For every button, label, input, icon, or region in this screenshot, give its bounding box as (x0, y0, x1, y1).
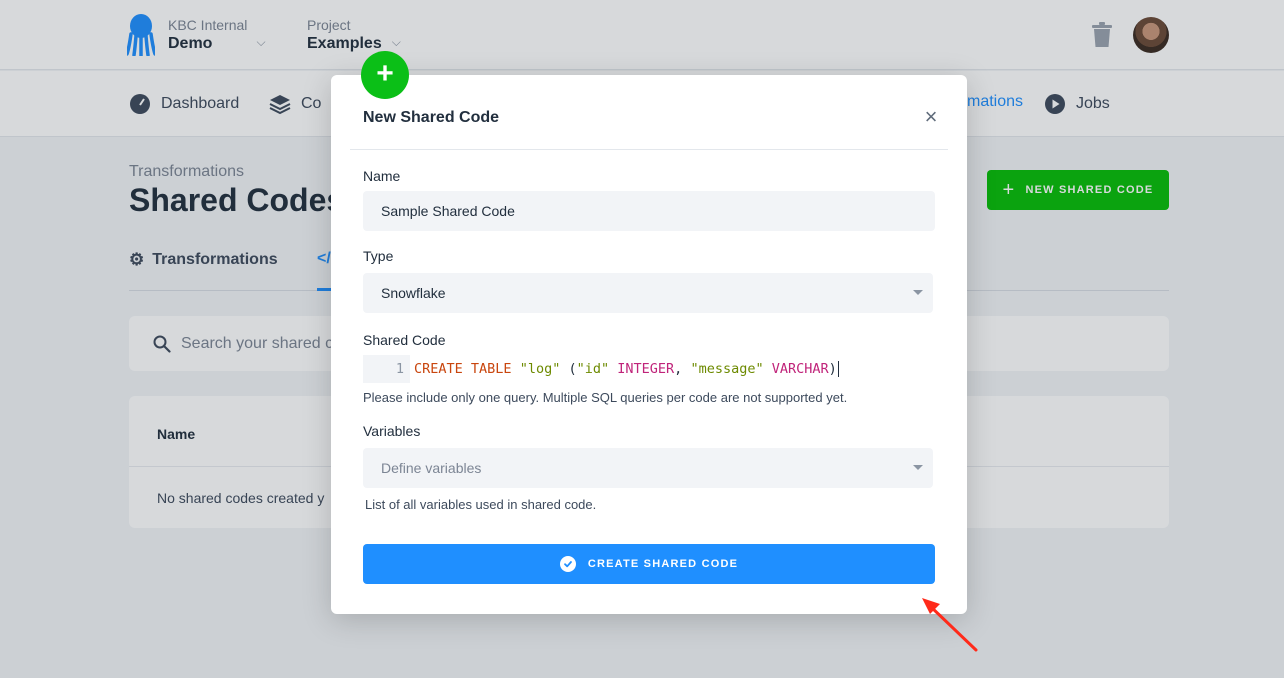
shared-code-label: Shared Code (363, 332, 446, 348)
create-shared-code-label: CREATE SHARED CODE (587, 558, 739, 570)
line-number: 1 (363, 355, 410, 383)
variables-placeholder: Define variables (381, 460, 482, 476)
code-line[interactable]: CREATE TABLE "log" ("id" INTEGER, "messa… (410, 361, 839, 377)
caret-down-icon (913, 465, 923, 470)
code-type: VARCHAR (771, 361, 829, 377)
name-label: Name (363, 168, 401, 184)
create-shared-code-button[interactable]: CREATE SHARED CODE (363, 544, 935, 584)
name-field[interactable]: Sample Shared Code (363, 191, 935, 231)
code-punct: ) (828, 361, 837, 377)
variables-select[interactable]: Define variables (363, 448, 933, 488)
new-shared-code-modal: New Shared Code × Name Sample Shared Cod… (331, 75, 967, 614)
modal-title: New Shared Code (363, 109, 500, 126)
close-icon[interactable]: × (921, 106, 941, 128)
code-editor[interactable]: 1 CREATE TABLE "log" ("id" INTEGER, "mes… (363, 355, 839, 383)
code-string: "message" (690, 361, 764, 377)
code-punct: ( (568, 361, 577, 377)
variables-help-text: List of all variables used in shared cod… (365, 497, 597, 512)
type-select[interactable]: Snowflake (363, 273, 933, 313)
code-keyword: CREATE TABLE (414, 361, 512, 377)
type-label: Type (363, 248, 394, 264)
code-type: INTEGER (617, 361, 675, 377)
plus-icon: + (361, 51, 409, 99)
check-circle-icon (559, 556, 576, 572)
red-arrow-annotation (922, 598, 978, 652)
type-select-value: Snowflake (381, 285, 446, 301)
code-help-text: Please include only one query. Multiple … (363, 390, 848, 405)
code-string: "log" (519, 361, 561, 377)
code-punct: , (674, 361, 683, 377)
caret-down-icon (913, 290, 923, 295)
modal-header-divider (350, 149, 948, 150)
variables-label: Variables (363, 423, 421, 439)
code-string: "id" (576, 361, 610, 377)
